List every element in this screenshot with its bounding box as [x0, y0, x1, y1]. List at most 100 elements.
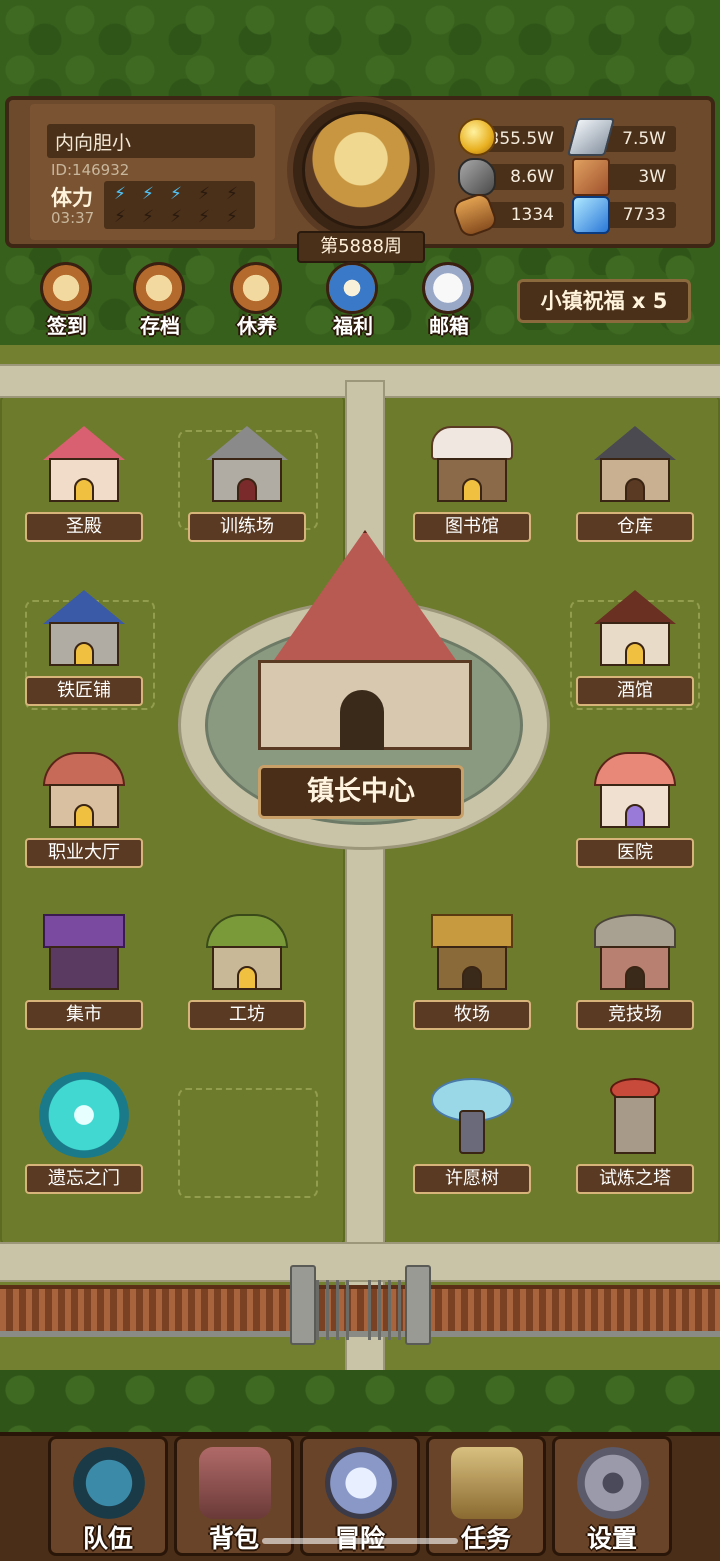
stamina-bolt-empty-icon: ⚡: [198, 184, 210, 204]
stamina-bolt-full-icon: ⚡: [170, 184, 182, 204]
nav-settings-button[interactable]: 设置: [552, 1436, 672, 1556]
tavern-icon: [588, 584, 682, 670]
stamina-bolt-full-icon: ⚡: [142, 184, 154, 204]
stamina-bolt-empty-icon: ⚡: [226, 184, 238, 204]
nav-bag-label: 背包: [208, 1524, 259, 1553]
temple-label: 圣殿: [25, 512, 143, 542]
gate-post-right: [405, 1265, 431, 1345]
nav-quest-label: 任务: [460, 1524, 511, 1553]
arena-colosseum-icon: [588, 908, 682, 994]
building-workshop[interactable]: 工坊: [188, 908, 306, 1038]
building-hospital[interactable]: 医院: [576, 746, 694, 876]
stamina-label: 体力: [51, 186, 93, 210]
market-label: 集市: [25, 1000, 143, 1030]
training-ground-label: 训练场: [188, 512, 306, 542]
stamina-bolt-empty-icon: ⚡: [198, 207, 210, 227]
building-market[interactable]: 集市: [25, 908, 143, 1038]
trial-tower-label: 试炼之塔: [576, 1164, 694, 1194]
welfare-wheel-icon: [326, 262, 378, 314]
leather-icon: [572, 158, 610, 196]
stamina-bolt-full-icon: ⚡: [114, 184, 126, 204]
building-training-ground[interactable]: 训练场: [188, 420, 306, 550]
library-book-icon: [425, 420, 519, 506]
building-wish-tree[interactable]: 许愿树: [413, 1072, 531, 1202]
tower-icon: [588, 1072, 682, 1158]
tavern-label: 酒馆: [576, 676, 694, 706]
gate-door-right: [368, 1280, 406, 1340]
workshop-icon: [200, 908, 294, 994]
building-tavern[interactable]: 酒馆: [576, 584, 694, 714]
building-job-hall[interactable]: 职业大厅: [25, 746, 143, 876]
stamina-bolt-empty-icon: ⚡: [226, 207, 238, 227]
gold-coin-icon: [458, 118, 496, 156]
signin-button[interactable]: 签到: [32, 258, 102, 338]
temple-icon: [37, 420, 131, 506]
arena-label: 竞技场: [576, 1000, 694, 1030]
signin-quill-icon: [40, 262, 92, 314]
ranch-label: 牧场: [413, 1000, 531, 1030]
building-smithy[interactable]: 铁匠铺: [25, 584, 143, 714]
gate-post-left: [290, 1265, 316, 1345]
mail-label: 邮箱: [429, 314, 469, 338]
building-ranch[interactable]: 牧场: [413, 908, 531, 1038]
backpack-icon: [199, 1447, 271, 1519]
crossed-swords-icon: [325, 1447, 397, 1519]
warehouse-label: 仓库: [576, 512, 694, 542]
quest-scroll-icon: [451, 1447, 523, 1519]
stamina-bolt-empty-icon: ⚡: [170, 207, 182, 227]
building-arena[interactable]: 竞技场: [576, 908, 694, 1038]
gear-icon: [577, 1447, 649, 1519]
hospital-label: 医院: [576, 838, 694, 868]
job-hall-icon: [37, 746, 131, 832]
portal-swirl-icon: [37, 1072, 131, 1158]
market-tent-icon: [37, 908, 131, 994]
mail-envelope-icon: [422, 262, 474, 314]
training-ground-icon: [200, 420, 294, 506]
wish-tree-label: 许愿树: [413, 1164, 531, 1194]
library-label: 图书馆: [413, 512, 531, 542]
town-hall-label[interactable]: 镇长中心: [258, 765, 464, 819]
nav-settings-label: 设置: [586, 1524, 637, 1553]
player-name[interactable]: 内向胆小: [47, 124, 255, 158]
avatar[interactable]: [302, 111, 420, 229]
crystal-icon: [572, 196, 610, 234]
stamina-bolt-empty-icon: ⚡: [142, 207, 154, 227]
building-warehouse[interactable]: 仓库: [576, 420, 694, 550]
smithy-label: 铁匠铺: [25, 676, 143, 706]
building-forgotten-gate[interactable]: 遗忘之门: [25, 1072, 143, 1202]
empty-building-plot[interactable]: [178, 1088, 318, 1198]
stamina-bolt-empty-icon: ⚡: [114, 207, 126, 227]
helmet-icon: [73, 1447, 145, 1519]
signin-label: 签到: [47, 314, 87, 338]
save-button[interactable]: 存档: [125, 258, 195, 338]
nav-team-label: 队伍: [82, 1524, 133, 1553]
welfare-label: 福利: [333, 314, 373, 338]
ranch-barn-icon: [425, 908, 519, 994]
building-trial-tower[interactable]: 试炼之塔: [576, 1072, 694, 1202]
building-temple[interactable]: 圣殿: [25, 420, 143, 550]
rest-banner-icon: [230, 262, 282, 314]
path-bottom: [0, 1242, 720, 1282]
job-hall-label: 职业大厅: [25, 838, 143, 868]
save-label: 存档: [140, 314, 180, 338]
player-id: ID:146932: [51, 161, 130, 179]
rest-label: 休养: [237, 314, 277, 338]
rest-button[interactable]: 休养: [222, 258, 292, 338]
leather-value: 3W: [600, 164, 676, 190]
mail-button[interactable]: 邮箱: [414, 258, 484, 338]
town-blessing-button[interactable]: 小镇祝福 x 5: [517, 279, 691, 323]
warehouse-icon: [588, 420, 682, 506]
home-indicator[interactable]: [262, 1538, 458, 1544]
hospital-cross-icon: [588, 746, 682, 832]
save-scroll-icon: [133, 262, 185, 314]
wish-tree-icon: [425, 1072, 519, 1158]
stamina-bar[interactable]: ⚡ ⚡ ⚡ ⚡ ⚡ ⚡ ⚡ ⚡ ⚡ ⚡: [104, 181, 255, 229]
welfare-button[interactable]: 福利: [318, 258, 388, 338]
stone-ore-icon: [458, 158, 496, 196]
nav-team-button[interactable]: 队伍: [48, 1436, 168, 1556]
building-library[interactable]: 图书馆: [413, 420, 531, 550]
workshop-label: 工坊: [188, 1000, 306, 1030]
stamina-timer: 03:37: [51, 209, 95, 227]
town-fence: [0, 1285, 720, 1337]
town-hall-door: [340, 690, 384, 750]
